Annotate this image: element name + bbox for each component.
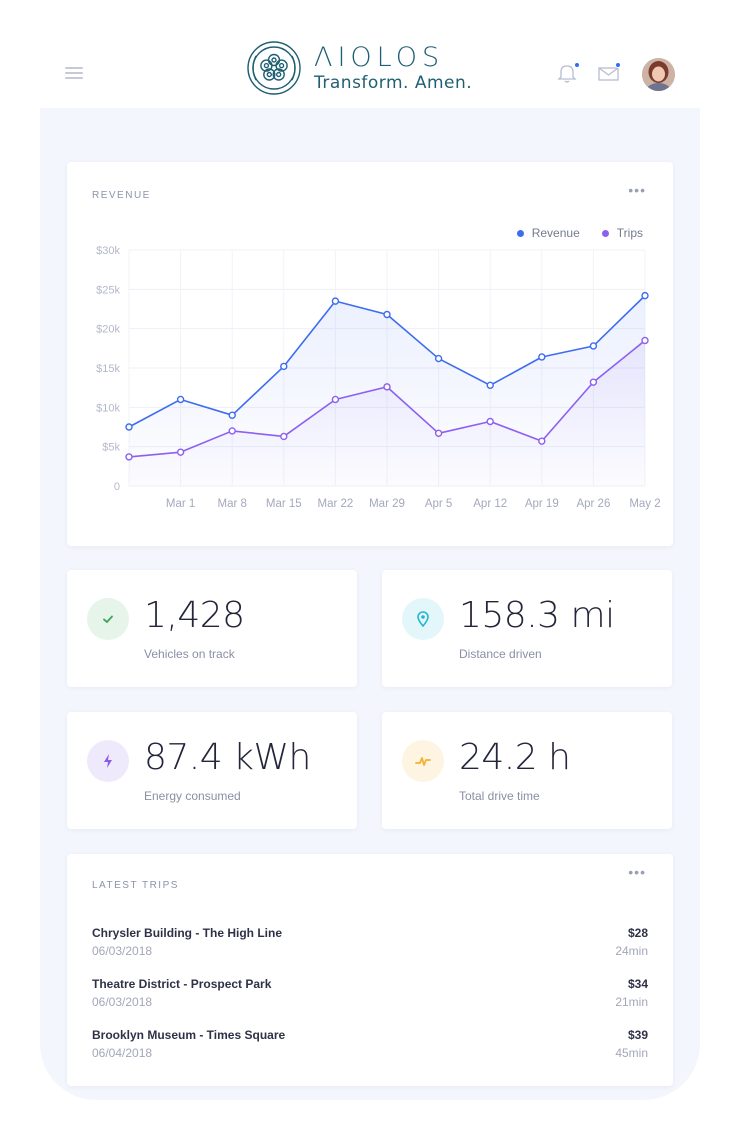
data-point-revenue xyxy=(176,395,185,404)
trip-route: Brooklyn Museum - Times Square xyxy=(92,1028,286,1042)
x-tick-label: Apr 26 xyxy=(576,498,610,510)
x-tick-label: Mar 29 xyxy=(369,498,405,510)
data-point-revenue xyxy=(331,297,340,305)
latest-trips-more-button[interactable]: ••• xyxy=(628,865,646,879)
trip-row[interactable]: Theatre District - Prospect Park 06/03/2… xyxy=(92,977,648,1013)
y-tick-label: $15k xyxy=(96,363,120,375)
trip-duration: 45min xyxy=(615,1046,648,1060)
user-avatar[interactable] xyxy=(642,58,675,91)
trip-row[interactable]: Brooklyn Museum - Times Square 06/04/201… xyxy=(92,1028,648,1064)
revenue-card: REVENUE ••• Revenue Trips 0 $5k $10k $15k $2… xyxy=(67,162,673,546)
content-panel: REVENUE ••• Revenue Trips 0 $5k $10k $15k $2… xyxy=(40,108,700,1100)
stat-card-vehicles: 1,428 Vehicles on track xyxy=(67,570,357,687)
x-tick-label: Apr 5 xyxy=(425,498,453,510)
data-point-trips xyxy=(589,378,598,386)
activity-icon xyxy=(402,740,444,782)
stat-label: Total drive time xyxy=(459,789,540,803)
data-point-revenue xyxy=(280,362,288,371)
data-point-revenue xyxy=(125,423,133,431)
logo-mark-icon xyxy=(247,41,301,95)
x-tick-label: Mar 1 xyxy=(166,498,195,510)
stat-label: Vehicles on track xyxy=(144,647,235,661)
trip-duration: 24min xyxy=(615,944,648,958)
data-point-revenue xyxy=(434,354,443,363)
brand-tagline: Transform. Amen. xyxy=(314,72,473,93)
map-pin-icon xyxy=(402,598,444,640)
trip-price: $28 xyxy=(627,926,648,940)
revenue-chart: 0 $5k $10k $15k $20k $25k $30k Mar 1 Mar 8 Mar 15… xyxy=(96,245,661,510)
stat-value: 158.3 mi xyxy=(459,595,615,636)
message-badge xyxy=(615,62,621,68)
data-point-trips xyxy=(486,417,494,426)
stat-value: 87.4 kWh xyxy=(144,737,311,778)
stat-label: Distance driven xyxy=(459,647,542,661)
check-icon xyxy=(87,598,129,640)
data-point-trips xyxy=(641,336,649,345)
hamburger-menu-icon[interactable] xyxy=(65,67,83,79)
data-point-trips xyxy=(228,427,236,435)
trip-date: 06/03/2018 xyxy=(92,995,153,1009)
x-tick-label: Apr 19 xyxy=(525,498,559,510)
stat-card-energy: 87.4 kWh Energy consumed xyxy=(67,712,357,829)
data-point-trips xyxy=(125,453,133,461)
trip-date: 06/03/2018 xyxy=(92,944,153,958)
trip-duration: 21min xyxy=(615,995,648,1009)
stat-label: Energy consumed xyxy=(144,789,241,803)
data-point-revenue xyxy=(486,381,494,390)
lightning-icon xyxy=(87,740,129,782)
y-tick-label: $30k xyxy=(96,245,120,257)
trip-date: 06/04/2018 xyxy=(92,1046,153,1060)
x-tick-label: May 2 xyxy=(629,498,660,510)
data-point-revenue xyxy=(641,291,649,300)
data-point-trips xyxy=(331,395,340,404)
stat-card-distance: 158.3 mi Distance driven xyxy=(382,570,672,687)
data-point-trips xyxy=(383,383,391,391)
y-tick-label: $20k xyxy=(96,324,120,336)
data-point-revenue xyxy=(383,310,391,319)
trip-route: Theatre District - Prospect Park xyxy=(92,977,272,991)
y-tick-label: $5k xyxy=(102,442,120,454)
x-tick-label: Mar 15 xyxy=(266,498,302,510)
data-point-trips xyxy=(434,429,443,437)
trip-price: $39 xyxy=(627,1028,648,1042)
x-tick-label: Apr 12 xyxy=(473,498,507,510)
envelope-icon[interactable] xyxy=(597,62,621,84)
latest-trips-title: LATEST TRIPS xyxy=(92,880,179,891)
y-tick-label: $10k xyxy=(96,402,120,414)
brand-logo[interactable]: ΛIOLOS Transform. Amen. xyxy=(246,40,472,96)
y-tick-label: 0 xyxy=(114,481,120,493)
data-point-trips xyxy=(538,437,546,445)
stat-value: 24.2 h xyxy=(459,737,571,778)
data-point-trips xyxy=(280,432,288,441)
bell-icon[interactable] xyxy=(556,62,580,84)
data-point-revenue xyxy=(538,353,546,361)
notification-badge xyxy=(574,62,580,68)
data-point-revenue xyxy=(589,342,598,350)
stat-value: 1,428 xyxy=(144,595,245,636)
x-tick-label: Mar 8 xyxy=(217,498,246,510)
y-tick-label: $25k xyxy=(96,284,120,296)
data-point-revenue xyxy=(228,411,236,419)
trip-route: Chrysler Building - The High Line xyxy=(92,926,283,940)
latest-trips-card: LATEST TRIPS ••• Chrysler Building - The… xyxy=(67,854,673,1086)
x-tick-label: Mar 22 xyxy=(318,498,354,510)
brand-name: ΛIOLOS xyxy=(314,41,445,73)
trip-price: $34 xyxy=(627,977,648,991)
data-point-trips xyxy=(176,448,185,456)
dashboard-page: ΛIOLOS Transform. Amen. REVENUE ••• Reve… xyxy=(0,0,740,1140)
avatar-image xyxy=(642,58,675,91)
app-header: ΛIOLOS Transform. Amen. xyxy=(40,30,700,108)
stat-card-drive-time: 24.2 h Total drive time xyxy=(382,712,672,829)
trip-row[interactable]: Chrysler Building - The High Line 06/03/… xyxy=(92,926,648,962)
